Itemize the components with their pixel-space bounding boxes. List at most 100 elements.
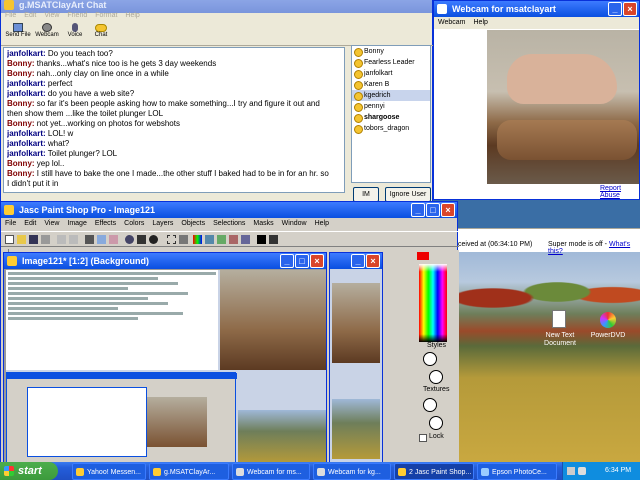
menu-item[interactable]: Selections [213,218,245,230]
user-item[interactable]: pennyi [352,101,430,112]
menu-item[interactable]: View [44,218,59,230]
cut-icon[interactable] [85,235,94,244]
minimize-icon[interactable]: _ [608,2,622,16]
close-icon[interactable]: × [310,254,324,268]
taskbar-task[interactable]: Webcam for kg... [313,463,391,480]
taskbar-task[interactable]: Yahoo! Messen... [72,463,146,480]
taskbar-task[interactable]: Epson PhotoCe... [477,463,557,480]
menu-item[interactable]: Effects [95,218,116,230]
message-username[interactable]: Bonny: [7,119,35,128]
webcam-button[interactable]: Webcam [34,22,60,46]
chat-messages[interactable]: janfolkart: Do you teach too? Bonny: than… [3,47,345,193]
menu-item[interactable]: Masks [253,218,273,230]
menu-item[interactable]: Help [125,10,139,22]
maximize-icon[interactable]: □ [426,203,440,217]
user-item[interactable]: kgedrich [352,90,430,101]
network-icon[interactable] [567,467,575,475]
message-username[interactable]: janfolkart: [7,139,46,148]
voice-button[interactable]: Voice [63,22,87,46]
menu-item[interactable]: Objects [181,218,205,230]
clock[interactable]: 6:34 PM [605,462,631,480]
image-titlebar[interactable]: Image121* [1:2] (Background) _ □ × [4,253,326,269]
overview-icon[interactable] [217,235,226,244]
menu-item[interactable]: Layers [152,218,173,230]
volume-icon[interactable] [578,467,586,475]
message-username[interactable]: Bonny: [7,99,35,108]
chat-user-list[interactable]: Bonny Fearless Leader janfolkart Karen B… [351,45,431,183]
menu-item[interactable]: Edit [24,218,36,230]
powerdvd-icon[interactable] [600,312,616,328]
close-icon[interactable]: × [441,203,455,217]
menu-item[interactable]: Colors [124,218,144,230]
menu-item[interactable]: File [5,10,16,22]
minimize-icon[interactable]: _ [280,254,294,268]
menu-item[interactable]: View [44,10,59,22]
message-username[interactable]: Bonny: [7,59,35,68]
menu-item[interactable]: Window [282,218,307,230]
taskbar-task[interactable]: g.MSATClayAr... [149,463,229,480]
menu-item[interactable]: Webcam [438,17,466,29]
menu-item[interactable]: Help [315,218,329,230]
copy-icon[interactable] [97,235,106,244]
message-username[interactable]: janfolkart: [7,129,46,138]
image-canvas[interactable] [6,270,326,463]
grid-icon[interactable] [179,235,188,244]
style-back-icon[interactable] [429,370,443,384]
im-button[interactable]: IM [353,187,379,202]
menu-item[interactable]: Friend [67,10,87,22]
ignore-user-button[interactable]: Ignore User [385,187,431,202]
close-icon[interactable]: × [366,254,380,268]
psp-titlebar[interactable]: Jasc Paint Shop Pro - Image121 _ □ × [1,202,457,218]
message-username[interactable]: janfolkart: [7,79,46,88]
desktop-icon-label[interactable]: New Text Document [538,332,582,348]
full-screen-icon[interactable] [137,235,146,244]
paste-icon[interactable] [109,235,118,244]
texture-fore-icon[interactable] [423,398,437,412]
message-username[interactable]: janfolkart: [7,149,46,158]
menu-item[interactable]: File [5,218,16,230]
new-text-document-icon[interactable] [552,310,566,328]
minimize-icon[interactable]: _ [411,203,425,217]
chat-button[interactable]: Chat [89,22,113,46]
style-fore-icon[interactable] [423,352,437,366]
user-item[interactable]: shargoose [352,112,430,123]
minimize-icon[interactable]: _ [351,254,365,268]
menu-item[interactable]: Edit [24,10,36,22]
tool-options-icon[interactable] [229,235,238,244]
layers-icon[interactable] [205,235,214,244]
message-username[interactable]: janfolkart: [7,89,46,98]
webcam-titlebar[interactable]: Webcam for msatclayart _ × [434,1,639,17]
image-titlebar[interactable]: _ × [330,253,382,269]
print-icon[interactable] [41,235,50,244]
user-item[interactable]: tobors_dragon [352,123,430,134]
help-icon[interactable] [257,235,266,244]
send-file-button[interactable]: Send File [3,22,33,46]
menu-item[interactable]: Help [474,17,488,29]
open-icon[interactable] [17,235,26,244]
report-abuse-link[interactable]: Report Abuse [600,185,639,199]
script-icon[interactable] [241,235,250,244]
maximize-icon[interactable]: □ [295,254,309,268]
start-button[interactable]: start [0,462,58,480]
message-username[interactable]: Bonny: [7,169,35,178]
menu-item[interactable]: Image [67,218,86,230]
selection-icon[interactable] [167,235,176,244]
menu-item[interactable]: Format [95,10,117,22]
taskbar-task[interactable]: Webcam for ms... [232,463,310,480]
user-item[interactable]: Fearless Leader [352,57,430,68]
zoom-icon[interactable] [125,235,134,244]
message-username[interactable]: janfolkart: [7,49,46,58]
redo-icon[interactable] [69,235,78,244]
color-spectrum[interactable] [419,264,447,342]
user-item[interactable]: Bonny [352,46,430,57]
taskbar-task[interactable]: 2 Jasc Paint Shop... [394,463,474,480]
save-icon[interactable] [29,235,38,244]
message-username[interactable]: Bonny: [7,69,35,78]
new-icon[interactable] [5,235,14,244]
user-item[interactable]: janfolkart [352,68,430,79]
no-entry-icon[interactable] [149,235,158,244]
lock-checkbox[interactable] [419,434,427,442]
histogram-icon[interactable] [193,235,202,244]
close-icon[interactable]: × [623,2,637,16]
color-swatch-icon[interactable] [417,252,429,260]
